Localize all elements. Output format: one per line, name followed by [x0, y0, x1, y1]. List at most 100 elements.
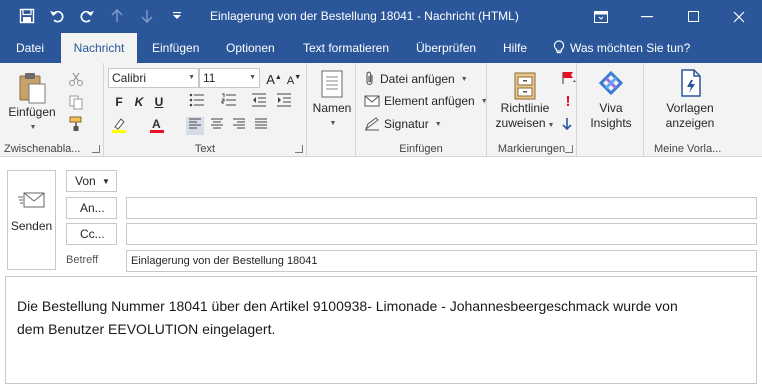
title-bar: Einlagerung von der Bestellung 18041 - N…	[0, 0, 762, 33]
align-left-icon[interactable]	[186, 117, 204, 135]
low-importance-icon[interactable]	[562, 117, 574, 133]
redo-icon[interactable]	[72, 6, 102, 26]
envelope-icon	[364, 95, 380, 107]
attach-file-button[interactable]: Datei anfügen ▼	[364, 71, 468, 87]
paperclip-icon	[366, 71, 373, 86]
paste-icon	[19, 73, 46, 104]
highlight-icon[interactable]	[110, 117, 128, 135]
viva-label-1: Viva	[599, 101, 623, 115]
include-group: Datei anfügen ▼ Element anfügen ▼ Signat…	[356, 63, 488, 157]
grow-font-icon[interactable]: A▲	[265, 69, 283, 87]
text-dialog-launcher[interactable]	[295, 145, 303, 153]
tab-text-formatieren[interactable]: Text formatieren	[303, 33, 389, 63]
ribbon: Einfügen ▼ Zwischenabla... Calibri ▼ 11 …	[0, 63, 762, 157]
assign-policy-button[interactable]: Richtlinie zuweisen ▼	[495, 69, 555, 133]
chevron-down-icon: ▼	[460, 75, 468, 83]
cut-icon[interactable]	[68, 71, 86, 89]
clipboard-dialog-launcher[interactable]	[92, 145, 100, 153]
svg-text:A: A	[152, 117, 161, 131]
window-title: Einlagerung von der Bestellung 18041 - N…	[210, 9, 519, 23]
minimize-icon[interactable]	[624, 0, 670, 33]
bullet-list-icon[interactable]	[188, 93, 206, 111]
numbered-list-icon[interactable]	[220, 93, 238, 111]
chevron-down-icon: ▼	[188, 74, 195, 81]
viva-label-2: Insights	[590, 116, 632, 130]
align-right-icon[interactable]	[230, 117, 248, 135]
save-icon[interactable]	[12, 6, 42, 26]
paste-button[interactable]: Einfügen ▼	[8, 71, 56, 135]
underline-icon[interactable]: U	[150, 93, 168, 111]
lightbulb-icon	[553, 40, 565, 54]
bold-icon[interactable]: F	[110, 93, 128, 111]
viva-insights-button[interactable]: Viva Insights	[583, 67, 639, 131]
to-button[interactable]: An...	[66, 197, 117, 219]
italic-icon[interactable]: K	[130, 93, 148, 111]
decrease-indent-icon[interactable]	[250, 93, 268, 111]
font-name-value: Calibri	[112, 71, 147, 85]
tags-group: Richtlinie zuweisen ▼ ! Markierungen	[487, 63, 577, 157]
message-body[interactable]: Die Bestellung Nummer 18041 über den Art…	[5, 276, 757, 384]
signature-button[interactable]: Signatur ▼	[364, 117, 442, 131]
view-templates-button[interactable]: Vorlagen anzeigen	[658, 67, 722, 131]
font-name-combo[interactable]: Calibri ▼	[108, 68, 199, 88]
names-button[interactable]: Namen ▼	[310, 69, 354, 131]
names-group: Namen ▼	[307, 63, 356, 157]
my-templates-group: Vorlagen anzeigen Meine Vorla...	[644, 63, 762, 157]
format-painter-icon[interactable]	[68, 116, 86, 134]
from-button[interactable]: Von ▼	[66, 170, 117, 192]
maximize-icon[interactable]	[670, 0, 716, 33]
chevron-down-icon: ▼	[547, 122, 555, 129]
customize-qat-icon[interactable]	[162, 6, 192, 26]
align-center-icon[interactable]	[208, 117, 226, 135]
font-color-icon[interactable]: A	[148, 117, 166, 135]
send-button[interactable]: Senden	[7, 170, 56, 270]
file-cabinet-icon	[514, 72, 536, 100]
send-icon	[18, 192, 45, 208]
templates-label-1: Vorlagen	[666, 101, 714, 115]
ribbon-tabs: Datei Nachricht Einfügen Optionen Text f…	[0, 33, 762, 63]
tab-optionen[interactable]: Optionen	[226, 33, 275, 63]
tab-einfuegen[interactable]: Einfügen	[152, 33, 199, 63]
cc-field[interactable]	[126, 223, 757, 245]
tags-dialog-launcher[interactable]	[565, 145, 573, 153]
subject-field[interactable]: Einlagerung von der Bestellung 18041	[126, 250, 757, 272]
justify-icon[interactable]	[252, 117, 270, 135]
my-templates-group-label: Meine Vorla...	[654, 143, 722, 155]
viva-insights-icon	[598, 70, 624, 96]
arrow-up-icon[interactable]	[102, 6, 132, 26]
templates-label-2: anzeigen	[665, 116, 715, 130]
high-importance-icon[interactable]: !	[563, 94, 573, 110]
paste-label: Einfügen	[8, 105, 56, 119]
templates-icon	[681, 69, 701, 97]
tab-nachricht[interactable]: Nachricht	[61, 33, 137, 63]
font-size-combo[interactable]: 11 ▼	[199, 68, 260, 88]
attach-item-button[interactable]: Element anfügen ▼	[364, 94, 488, 108]
to-field[interactable]	[126, 197, 757, 219]
close-icon[interactable]	[716, 0, 762, 33]
shrink-font-icon[interactable]: A▼	[285, 69, 303, 87]
tell-me-box[interactable]: Was möchten Sie tun?	[553, 40, 690, 55]
chevron-down-icon: ▼	[434, 120, 442, 128]
chevron-down-icon: ▼	[329, 120, 337, 127]
clipboard-group: Einfügen ▼ Zwischenabla...	[0, 63, 104, 157]
from-label: Von	[75, 174, 96, 188]
assign-policy-label-1: Richtlinie	[500, 101, 550, 115]
copy-icon[interactable]	[68, 94, 86, 112]
chevron-down-icon: ▼	[29, 124, 37, 131]
signature-icon	[364, 117, 379, 131]
assign-policy-label-2-text: zuweisen	[495, 116, 546, 130]
tab-datei[interactable]: Datei	[16, 33, 44, 63]
cc-button[interactable]: Cc...	[66, 223, 117, 245]
arrow-down-icon[interactable]	[132, 6, 162, 26]
body-line-2: dem Benutzer EEVOLUTION eingelagert.	[17, 321, 276, 337]
chevron-down-icon: ▼	[102, 177, 110, 186]
increase-indent-icon[interactable]	[275, 93, 293, 111]
tab-ueberpruefen[interactable]: Überprüfen	[416, 33, 476, 63]
ribbon-display-options-icon[interactable]	[578, 0, 624, 33]
undo-icon[interactable]	[42, 6, 72, 26]
tell-me-text: Was möchten Sie tun?	[570, 40, 691, 55]
body-line-1: Die Bestellung Nummer 18041 über den Art…	[17, 298, 678, 314]
chevron-down-icon: ▼	[249, 74, 256, 81]
subject-label: Betreff	[66, 254, 99, 266]
tab-hilfe[interactable]: Hilfe	[503, 33, 527, 63]
